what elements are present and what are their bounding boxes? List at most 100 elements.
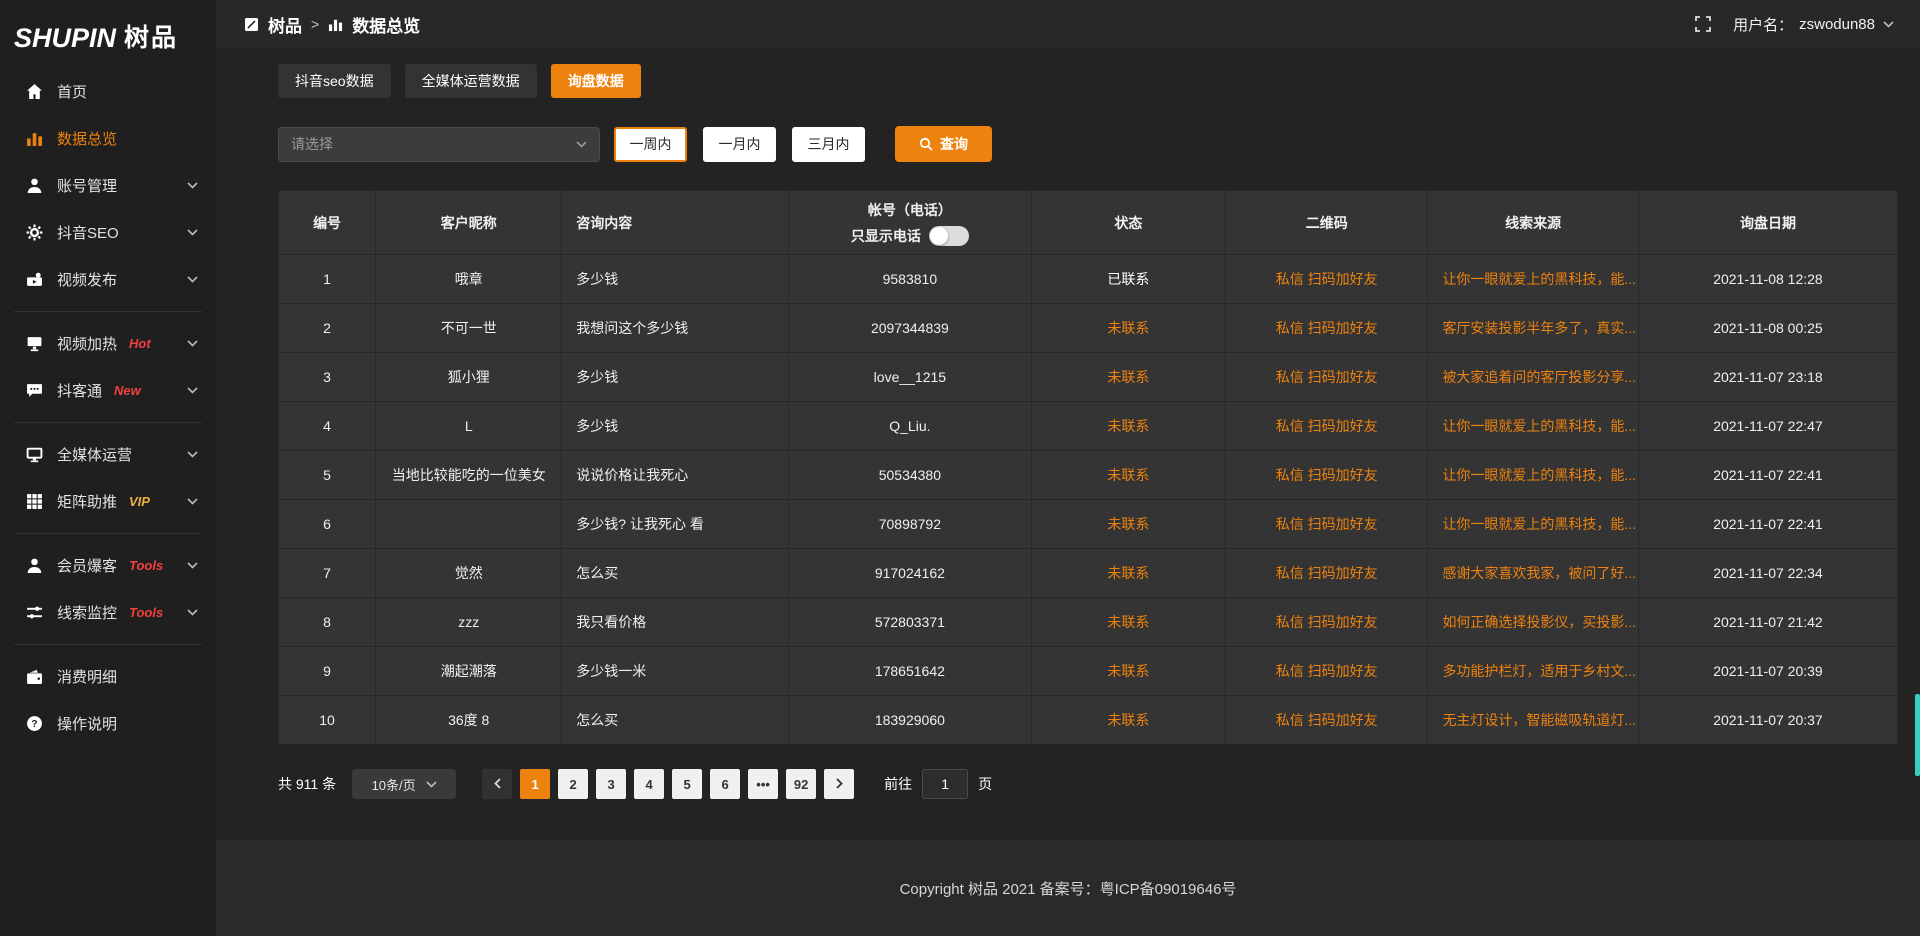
qrcode-link[interactable]: 私信 扫码加好友	[1226, 451, 1428, 500]
monitor-icon	[26, 446, 43, 463]
cell-date: 2021-11-07 23:18	[1638, 353, 1897, 402]
sidebar-item-home[interactable]: 首页	[0, 68, 216, 115]
cell-content: 多少钱一米	[562, 647, 789, 696]
svg-text:?: ?	[31, 719, 37, 730]
tab-inquiry-data[interactable]: 询盘数据	[551, 64, 641, 98]
chevron-down-icon	[187, 387, 198, 394]
sidebar-item-douyin-seo[interactable]: 抖音SEO	[0, 209, 216, 256]
sidebar-item-help[interactable]: ? 操作说明	[0, 700, 216, 747]
cell-account: 917024162	[788, 549, 1031, 598]
source-link[interactable]: 多功能护栏灯，适用于乡村文...	[1428, 647, 1638, 696]
cell-date: 2021-11-07 20:39	[1638, 647, 1897, 696]
breadcrumb-root[interactable]: 树品	[268, 12, 302, 37]
next-page-button[interactable]	[824, 769, 854, 799]
monitor-heat-icon	[26, 335, 43, 352]
sidebar-item-expense-detail[interactable]: 消费明细	[0, 653, 216, 700]
qrcode-link[interactable]: 私信 扫码加好友	[1226, 304, 1428, 353]
source-link[interactable]: 让你一眼就爱上的黑科技，能...	[1428, 500, 1638, 549]
sidebar-item-omni-media[interactable]: 全媒体运营	[0, 431, 216, 478]
qrcode-link[interactable]: 私信 扫码加好友	[1226, 549, 1428, 598]
sidebar-item-matrix-boost[interactable]: 矩阵助推 VIP	[0, 478, 216, 525]
col-nickname: 客户昵称	[376, 191, 562, 255]
sidebar-item-label: 抖客通	[57, 380, 102, 401]
table-row: 6 多少钱? 让我死心 看 70898792 未联系 私信 扫码加好友 让你一眼…	[279, 500, 1898, 549]
cell-content: 怎么买	[562, 549, 789, 598]
qrcode-link[interactable]: 私信 扫码加好友	[1226, 353, 1428, 402]
source-link[interactable]: 让你一眼就爱上的黑科技，能...	[1428, 255, 1638, 304]
sliders-icon	[26, 604, 43, 621]
col-date: 询盘日期	[1638, 191, 1897, 255]
sidebar-item-video-publish[interactable]: 视频发布	[0, 256, 216, 303]
page-button-92[interactable]: 92	[786, 769, 816, 799]
qrcode-link[interactable]: 私信 扫码加好友	[1226, 696, 1428, 745]
sidebar-item-data-overview[interactable]: 数据总览	[0, 115, 216, 162]
page-size-value: 10条/页	[372, 775, 416, 794]
table-row: 3 狐小狸 多少钱 love__1215 未联系 私信 扫码加好友 被大家追着问…	[279, 353, 1898, 402]
query-button[interactable]: 查询	[895, 126, 992, 162]
username-label: 用户名：	[1733, 14, 1793, 35]
sidebar-item-doukentong[interactable]: 抖客通 New	[0, 367, 216, 414]
sidebar-item-member-baoke[interactable]: 会员爆客 Tools	[0, 542, 216, 589]
cell-nickname: 潮起潮落	[376, 647, 562, 696]
user-icon	[26, 177, 43, 194]
cell-date: 2021-11-07 22:34	[1638, 549, 1897, 598]
sidebar-item-label: 账号管理	[57, 175, 117, 196]
sidebar-item-label: 视频发布	[57, 269, 117, 290]
user-menu[interactable]: 用户名： zswodun88	[1733, 14, 1894, 35]
range-button-quarter[interactable]: 三月内	[792, 127, 865, 162]
cell-account: 572803371	[788, 598, 1031, 647]
chevron-down-icon	[187, 229, 198, 236]
fullscreen-icon[interactable]	[1695, 16, 1711, 32]
page-ellipsis-button[interactable]: •••	[748, 769, 778, 799]
source-link[interactable]: 被大家追着问的客厅投影分享...	[1428, 353, 1638, 402]
cell-id: 1	[279, 255, 376, 304]
cell-account: Q_Liu.	[788, 402, 1031, 451]
phone-only-toggle[interactable]	[929, 226, 969, 246]
source-link[interactable]: 如何正确选择投影仪，买投影...	[1428, 598, 1638, 647]
page-button-2[interactable]: 2	[558, 769, 588, 799]
sidebar-item-video-heat[interactable]: 视频加热 Hot	[0, 320, 216, 367]
source-link[interactable]: 无主灯设计，智能磁吸轨道灯...	[1428, 696, 1638, 745]
source-link[interactable]: 客厅安装投影半年多了，真实...	[1428, 304, 1638, 353]
tab-omni-media-data[interactable]: 全媒体运营数据	[405, 64, 537, 98]
account-select[interactable]: 请选择	[278, 127, 600, 162]
qrcode-link[interactable]: 私信 扫码加好友	[1226, 647, 1428, 696]
range-button-week[interactable]: 一周内	[614, 127, 687, 162]
page-button-6[interactable]: 6	[710, 769, 740, 799]
logo[interactable]: SHUPIN 树品	[0, 10, 216, 68]
vip-badge: VIP	[129, 494, 150, 509]
page-button-3[interactable]: 3	[596, 769, 626, 799]
prev-page-button[interactable]	[482, 769, 512, 799]
source-link[interactable]: 让你一眼就爱上的黑科技，能...	[1428, 451, 1638, 500]
table-row: 8 zzz 我只看价格 572803371 未联系 私信 扫码加好友 如何正确选…	[279, 598, 1898, 647]
chevron-right-icon	[835, 778, 844, 789]
status-cell: 已联系	[1031, 255, 1225, 304]
range-button-month[interactable]: 一月内	[703, 127, 776, 162]
chevron-down-icon	[1883, 21, 1894, 28]
video-publish-icon	[26, 271, 43, 288]
qrcode-link[interactable]: 私信 扫码加好友	[1226, 255, 1428, 304]
tab-douyin-seo-data[interactable]: 抖音seo数据	[278, 64, 391, 98]
sidebar-item-lead-monitor[interactable]: 线索监控 Tools	[0, 589, 216, 636]
page-button-5[interactable]: 5	[672, 769, 702, 799]
status-cell: 未联系	[1031, 304, 1225, 353]
qrcode-link[interactable]: 私信 扫码加好友	[1226, 500, 1428, 549]
page-size-select[interactable]: 10条/页	[352, 769, 456, 799]
goto-page-input[interactable]	[922, 769, 968, 799]
qrcode-link[interactable]: 私信 扫码加好友	[1226, 598, 1428, 647]
status-cell: 未联系	[1031, 353, 1225, 402]
page-button-1[interactable]: 1	[520, 769, 550, 799]
breadcrumb: 树品 > 数据总览	[244, 12, 420, 37]
qrcode-link[interactable]: 私信 扫码加好友	[1226, 402, 1428, 451]
footer: Copyright 树品 2021 备案号：粤ICP备09019646号	[216, 840, 1920, 936]
source-link[interactable]: 感谢大家喜欢我家，被问了好...	[1428, 549, 1638, 598]
toggle-knob	[930, 227, 948, 245]
username-value: zswodun88	[1799, 16, 1875, 33]
page-button-4[interactable]: 4	[634, 769, 664, 799]
scrollbar-thumb[interactable]	[1915, 694, 1920, 776]
select-placeholder: 请选择	[291, 134, 333, 154]
bar-chart-icon	[328, 17, 343, 32]
col-account: 帐号（电话） 只显示电话	[788, 191, 1031, 255]
sidebar-item-account-mgmt[interactable]: 账号管理	[0, 162, 216, 209]
source-link[interactable]: 让你一眼就爱上的黑科技，能...	[1428, 402, 1638, 451]
